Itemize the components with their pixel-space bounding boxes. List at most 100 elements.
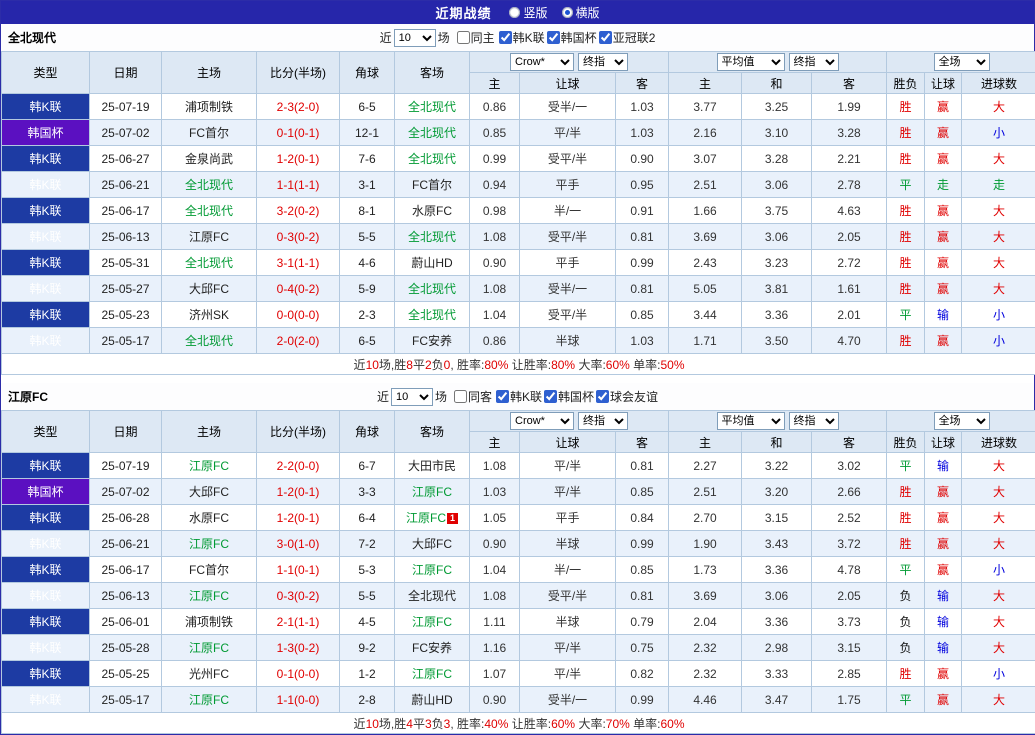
col-header-date: 日期 (90, 52, 162, 94)
match-row: 韩K联25-06-21江原FC3-0(1-0)7-2大邱FC0.90半球0.99… (2, 531, 1035, 557)
layout-radio[interactable]: 横版 (562, 4, 600, 21)
goals-result-cell: 走 (962, 172, 1035, 198)
layout-radio[interactable]: 竖版 (509, 4, 547, 21)
eu-away-odds-cell: 3.72 (812, 531, 887, 557)
same-venue-filter[interactable]: 同主 (457, 29, 495, 46)
eu-draw-odds-cell: 3.36 (742, 557, 812, 583)
date-cell: 25-05-17 (90, 328, 162, 354)
handicap-cell: 受半/一 (520, 687, 616, 713)
asia-odds-group-header: Crow* 终指 (470, 52, 669, 73)
eu-home-odds-cell: 5.05 (669, 276, 742, 302)
summary-text: 近10场,胜4平3负3, 胜率:40% 让胜率:60% 大率:70% 单率:60… (2, 713, 1035, 734)
handicap-cell: 平手 (520, 172, 616, 198)
summary-segment: 单率: (630, 358, 661, 372)
score-cell: 3-0(1-0) (257, 531, 340, 557)
league-filter[interactable]: 韩国杯 (544, 388, 594, 405)
eu-source-select[interactable]: 平均值 (717, 53, 785, 71)
same-venue-filter[interactable]: 同客 (454, 388, 492, 405)
league-filter-checkbox[interactable] (596, 390, 609, 403)
corners-cell: 7-6 (340, 146, 395, 172)
asia-home-odds-cell: 1.03 (470, 479, 520, 505)
league-filter[interactable]: 球会友谊 (596, 388, 658, 405)
league-filter-label: 韩国杯 (558, 388, 594, 405)
summary-row: 近10场,胜8平2负0, 胜率:80% 让胜率:80% 大率:60% 单率:50… (2, 354, 1035, 375)
handicap-result-cell: 赢 (925, 557, 962, 583)
summary-text: 近10场,胜8平2负0, 胜率:80% 让胜率:80% 大率:60% 单率:50… (2, 354, 1035, 375)
match-row: 韩K联25-05-17江原FC1-1(0-0)2-8蔚山HD0.90受半/一0.… (2, 687, 1035, 713)
asia-away-odds-cell: 0.85 (616, 557, 669, 583)
match-row: 韩K联25-06-13江原FC0-3(0-2)5-5全北现代1.08受平/半0.… (2, 224, 1035, 250)
col-header-handicap: 让球 (520, 432, 616, 453)
handicap-cell: 半/一 (520, 198, 616, 224)
scope-select[interactable]: 全场 (934, 53, 990, 71)
handicap-cell: 半球 (520, 328, 616, 354)
eu-source-select[interactable]: 平均值 (717, 412, 785, 430)
eu-draw-odds-cell: 3.50 (742, 328, 812, 354)
home-team-cell: 江原FC (162, 453, 257, 479)
eu-stage-select[interactable]: 终指 (789, 53, 839, 71)
radio-selected-icon (562, 7, 573, 18)
same-venue-checkbox[interactable] (454, 390, 467, 403)
asia-stage-select[interactable]: 终指 (578, 53, 628, 71)
games-count-select[interactable]: 10 (394, 29, 436, 47)
col-header-asia-away: 客 (616, 432, 669, 453)
corners-cell: 4-5 (340, 609, 395, 635)
result-cell: 胜 (887, 146, 925, 172)
league-filter[interactable]: 韩K联 (496, 388, 542, 405)
league-filter-checkbox[interactable] (496, 390, 509, 403)
league-filter-checkbox[interactable] (499, 31, 512, 44)
summary-segment: , 胜率: (450, 358, 484, 372)
home-team-cell: 浦项制铁 (162, 94, 257, 120)
score-cell: 3-2(0-2) (257, 198, 340, 224)
score-cell: 1-1(1-1) (257, 172, 340, 198)
corners-cell: 5-5 (340, 583, 395, 609)
match-row: 韩K联25-05-31全北现代3-1(1-1)4-6蔚山HD0.90平手0.99… (2, 250, 1035, 276)
score-cell: 1-2(0-1) (257, 479, 340, 505)
date-cell: 25-05-31 (90, 250, 162, 276)
same-venue-checkbox[interactable] (457, 31, 470, 44)
league-filter[interactable]: 亚冠联2 (599, 29, 656, 46)
eu-away-odds-cell: 2.52 (812, 505, 887, 531)
match-row: 韩K联25-07-19江原FC2-2(0-0)6-7大田市民1.08平/半0.8… (2, 453, 1035, 479)
eu-away-odds-cell: 2.85 (812, 661, 887, 687)
summary-segment: 4 (406, 717, 413, 731)
match-row: 韩K联25-06-17FC首尔1-1(0-1)5-3江原FC1.04半/一0.8… (2, 557, 1035, 583)
handicap-result-cell: 赢 (925, 505, 962, 531)
eu-home-odds-cell: 2.32 (669, 635, 742, 661)
league-filter-checkbox[interactable] (547, 31, 560, 44)
asia-stage-select[interactable]: 终指 (578, 412, 628, 430)
goals-result-cell: 小 (962, 661, 1035, 687)
away-team-cell: FC安养 (395, 635, 470, 661)
eu-home-odds-cell: 2.51 (669, 479, 742, 505)
home-team-cell: 全北现代 (162, 198, 257, 224)
eu-draw-odds-cell: 3.06 (742, 172, 812, 198)
summary-segment: 场,胜 (379, 358, 406, 372)
col-header-eu-draw: 和 (742, 73, 812, 94)
section-header: 全北现代 近 10 场 同主 韩K联韩国杯亚冠联2 (1, 24, 1034, 51)
eu-stage-select[interactable]: 终指 (789, 412, 839, 430)
goals-result-cell: 大 (962, 453, 1035, 479)
result-cell: 胜 (887, 505, 925, 531)
league-filter[interactable]: 韩国杯 (547, 29, 597, 46)
eu-away-odds-cell: 3.73 (812, 609, 887, 635)
recent-results-panel: 近期战绩 竖版横版 全北现代 近 10 场 同主 韩K联韩国杯亚冠联2 (0, 0, 1035, 735)
asia-source-select[interactable]: Crow* (510, 53, 574, 71)
result-cell: 负 (887, 635, 925, 661)
date-cell: 25-06-01 (90, 609, 162, 635)
scope-select[interactable]: 全场 (934, 412, 990, 430)
summary-segment: 让胜率: (508, 717, 551, 731)
asia-source-select[interactable]: Crow* (510, 412, 574, 430)
eu-home-odds-cell: 1.66 (669, 198, 742, 224)
home-team-cell: 大邱FC (162, 479, 257, 505)
eu-draw-odds-cell: 3.22 (742, 453, 812, 479)
away-team-cell: 全北现代 (395, 276, 470, 302)
games-count-select[interactable]: 10 (391, 388, 433, 406)
summary-segment: 10 (366, 358, 379, 372)
league-filter-checkbox[interactable] (544, 390, 557, 403)
score-cell: 0-4(0-2) (257, 276, 340, 302)
league-filter[interactable]: 韩K联 (499, 29, 545, 46)
eu-home-odds-cell: 2.04 (669, 609, 742, 635)
league-filter-checkbox[interactable] (599, 31, 612, 44)
results-table: 类型 日期 主场 比分(半场) 角球 客场 Crow* 终指 (1, 51, 1035, 375)
score-cell: 2-3(2-0) (257, 94, 340, 120)
